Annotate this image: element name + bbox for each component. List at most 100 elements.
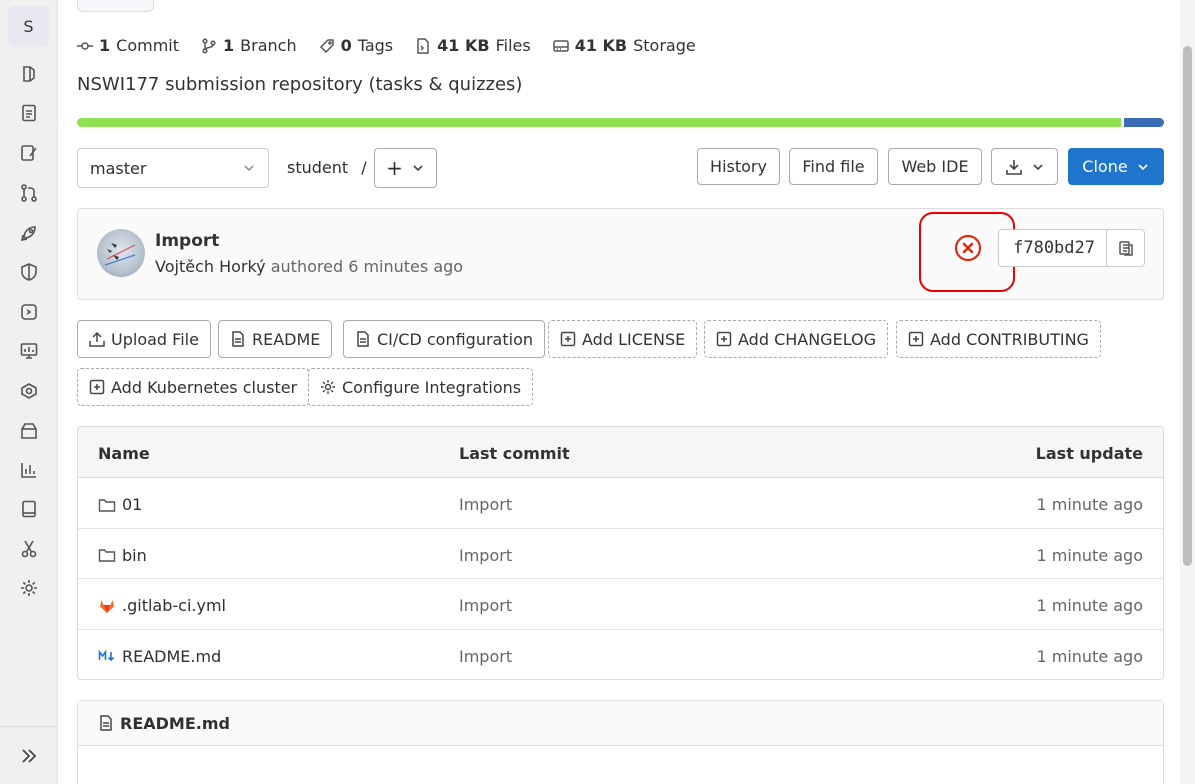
file-name-link[interactable]: README.md xyxy=(122,647,221,666)
configure-integrations-button[interactable]: Configure Integrations xyxy=(308,368,534,406)
add-contributing-label: Add CONTRIBUTING xyxy=(930,329,1089,349)
tags-link[interactable]: 0 Tags xyxy=(319,36,394,55)
chevron-down-icon xyxy=(1138,163,1148,170)
file-name-link[interactable]: bin xyxy=(122,546,147,565)
pipeline-failed-icon[interactable] xyxy=(953,233,983,263)
cloud-icon[interactable] xyxy=(18,380,40,402)
chevron-double-right-icon xyxy=(22,748,37,763)
plus-icon: + xyxy=(386,156,403,180)
project-stats: 1 Commit 1 Branch 0 Tags 41 KB Files 41 KB St… xyxy=(77,36,696,55)
scrollbar[interactable] xyxy=(1180,0,1195,784)
download-button[interactable] xyxy=(991,148,1058,185)
commit-title-link[interactable]: Import xyxy=(155,231,219,251)
settings-icon[interactable] xyxy=(18,577,40,599)
file-name-link[interactable]: .gitlab-ci.yml xyxy=(122,596,226,615)
header-last-commit: Last commit xyxy=(459,444,570,463)
storage-label: Storage xyxy=(633,36,696,55)
gitlab-icon xyxy=(100,599,114,613)
readme-panel: README.md xyxy=(77,700,1164,784)
readme-label: README xyxy=(252,329,321,349)
language-bar[interactable] xyxy=(77,118,1164,127)
file-name[interactable]: README.md xyxy=(98,647,221,666)
rocket-icon[interactable] xyxy=(18,222,40,244)
table-row[interactable]: .gitlab-ci.yml Import 1 minute ago xyxy=(78,579,1163,630)
web-ide-button[interactable]: Web IDE xyxy=(888,148,982,185)
breadcrumb-student[interactable]: student xyxy=(287,158,348,177)
clone-button[interactable]: Clone xyxy=(1068,148,1164,185)
download-icon xyxy=(1005,159,1022,175)
file-name[interactable]: .gitlab-ci.yml xyxy=(98,596,226,615)
files-size: 41 KB xyxy=(437,36,490,55)
wiki-icon[interactable] xyxy=(18,498,40,520)
plus-square-icon xyxy=(89,379,105,395)
plus-square-icon xyxy=(560,331,576,347)
chevron-down-icon xyxy=(1032,163,1043,170)
files-link[interactable]: 41 KB Files xyxy=(415,36,531,55)
edit-icon[interactable] xyxy=(18,142,40,164)
add-contributing-button[interactable]: Add CONTRIBUTING xyxy=(896,320,1101,358)
tags-label: Tags xyxy=(357,36,394,55)
pin-icon[interactable] xyxy=(18,62,40,84)
author-avatar[interactable] xyxy=(97,229,145,277)
chevron-down-icon xyxy=(244,165,254,172)
add-kubernetes-button[interactable]: Add Kubernetes cluster xyxy=(77,368,310,406)
analytics-icon[interactable] xyxy=(18,459,40,481)
branch-name: master xyxy=(90,158,147,178)
folder-icon xyxy=(98,498,116,512)
deploy-icon[interactable] xyxy=(18,301,40,323)
project-avatar[interactable]: S xyxy=(8,6,49,47)
scrollbar-thumb[interactable] xyxy=(1183,46,1192,566)
language-segment-primary[interactable] xyxy=(77,118,1121,127)
branches-link[interactable]: 1 Branch xyxy=(201,36,297,55)
commit-meta: Vojtěch Horký authored 6 minutes ago xyxy=(155,257,463,276)
find-file-button[interactable]: Find file xyxy=(789,148,878,185)
branch-selector[interactable]: master xyxy=(77,148,269,188)
table-row[interactable]: README.md Import 1 minute ago xyxy=(78,630,1163,680)
readme-title: README.md xyxy=(120,713,230,733)
expand-sidebar-button[interactable] xyxy=(0,726,58,784)
folder-icon xyxy=(98,549,116,562)
merge-request-icon[interactable] xyxy=(18,182,40,204)
storage-link[interactable]: 41 KB Storage xyxy=(552,36,696,55)
shield-icon[interactable] xyxy=(18,261,40,283)
last-commit-panel: Import Vojtěch Horký authored 6 minutes … xyxy=(77,208,1164,300)
document-icon xyxy=(232,331,244,347)
file-name-link[interactable]: 01 xyxy=(122,495,142,514)
commit-icon xyxy=(77,41,93,50)
add-changelog-button[interactable]: Add CHANGELOG xyxy=(704,320,889,358)
file-name[interactable]: 01 xyxy=(98,495,142,514)
branches-count: 1 xyxy=(223,36,235,55)
upload-icon xyxy=(89,331,105,347)
package-icon[interactable] xyxy=(18,420,40,442)
history-button[interactable]: History xyxy=(697,148,780,185)
commit-sha[interactable]: f780bd27 xyxy=(998,229,1108,267)
file-name[interactable]: bin xyxy=(98,546,147,565)
snippets-icon[interactable] xyxy=(18,538,40,560)
file-last-update: 1 minute ago xyxy=(1036,545,1143,565)
copy-sha-button[interactable] xyxy=(1106,229,1145,267)
table-row[interactable]: bin Import 1 minute ago xyxy=(78,529,1163,579)
files-label: Files xyxy=(495,36,531,55)
cicd-label: CI/CD configuration xyxy=(377,329,533,349)
commit-time: authored 6 minutes ago xyxy=(270,257,464,276)
table-row[interactable]: 01 Import 1 minute ago xyxy=(78,478,1163,529)
upload-file-label: Upload File xyxy=(111,329,199,349)
disk-icon xyxy=(552,39,569,52)
file-last-commit[interactable]: Import xyxy=(459,596,512,615)
project-description: NSWI177 submission repository (tasks & q… xyxy=(77,74,523,95)
add-to-tree-button[interactable]: + xyxy=(374,148,437,188)
file-last-commit[interactable]: Import xyxy=(459,495,512,514)
commits-link[interactable]: 1 Commit xyxy=(77,36,179,55)
cicd-button[interactable]: CI/CD configuration xyxy=(343,320,545,358)
file-last-commit[interactable]: Import xyxy=(459,647,512,666)
issues-icon[interactable] xyxy=(18,102,40,124)
language-segment-secondary[interactable] xyxy=(1123,118,1164,127)
monitor-icon[interactable] xyxy=(18,340,40,362)
file-last-commit[interactable]: Import xyxy=(459,546,512,565)
readme-button[interactable]: README xyxy=(218,320,333,358)
left-sidebar: S xyxy=(0,0,58,784)
upload-file-button[interactable]: Upload File xyxy=(77,320,211,358)
file-last-update: 1 minute ago xyxy=(1036,646,1143,666)
add-license-button[interactable]: Add LICENSE xyxy=(548,320,698,358)
commit-author-link[interactable]: Vojtěch Horký xyxy=(155,257,266,276)
